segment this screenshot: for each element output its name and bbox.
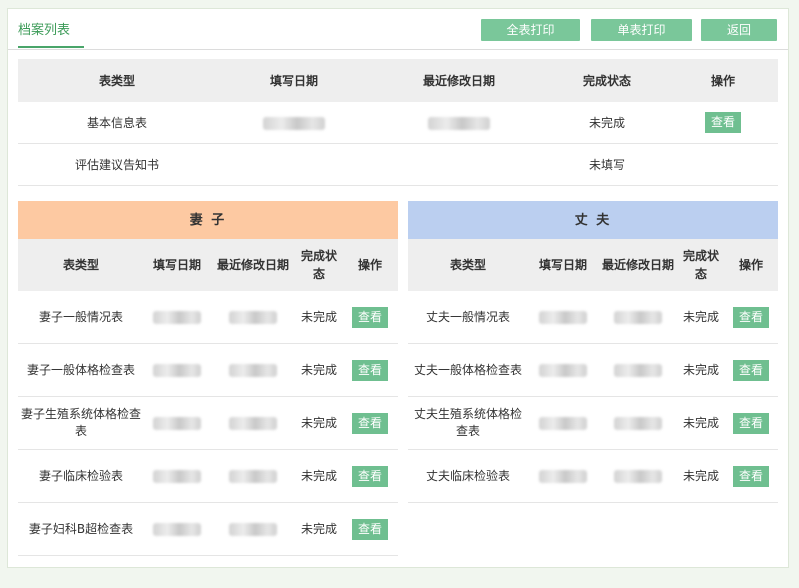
table-row: 妻子妇科B超检查表 未完成 查看	[18, 502, 399, 556]
view-button[interactable]: 查看	[352, 465, 389, 487]
column-header: 填写日期	[216, 59, 372, 102]
column-header: 操作	[724, 239, 779, 291]
main-table-header: 表类型 填写日期 最近修改日期 完成状态 操作	[18, 59, 778, 102]
husband-table: 丈 夫 表类型 填写日期 最近修改日期 完成状态 操作 丈夫一般情况表 未完成 …	[408, 201, 779, 503]
redacted-date	[539, 363, 587, 377]
archive-panel: 档案列表 全表打印 单表打印 返回 表类型 填写日期 最近修改日期 完成状态 操…	[7, 8, 789, 568]
form-type: 丈夫生殖系统体格检查表	[408, 396, 528, 450]
form-type: 妻子妇科B超检查表	[18, 502, 144, 556]
fill-date	[216, 102, 372, 144]
completion-status: 未完成	[296, 502, 342, 556]
redacted-date	[263, 116, 325, 130]
form-type: 基本信息表	[18, 102, 216, 144]
table-row: 妻子一般体格检查表 未完成 查看	[18, 343, 399, 397]
redacted-date	[153, 469, 201, 483]
redacted-date	[539, 310, 587, 324]
column-header: 表类型	[18, 239, 144, 291]
form-type: 评估建议告知书	[18, 143, 216, 186]
form-type: 妻子生殖系统体格检查表	[18, 396, 144, 450]
view-button[interactable]: 查看	[733, 359, 770, 381]
view-button[interactable]: 查看	[733, 412, 770, 434]
redacted-date	[428, 116, 490, 130]
completion-status: 未完成	[296, 396, 342, 450]
wife-table: 妻 子 表类型 填写日期 最近修改日期 完成状态 操作 妻子一般情况表 未完成 …	[18, 201, 399, 556]
wife-table-header: 表类型 填写日期 最近修改日期 完成状态 操作	[18, 239, 399, 291]
column-header: 最近修改日期	[598, 239, 678, 291]
completion-status: 未完成	[546, 102, 668, 144]
column-header: 操作	[668, 59, 778, 102]
redacted-date	[153, 416, 201, 430]
redacted-date	[229, 522, 277, 536]
column-header: 最近修改日期	[372, 59, 546, 102]
print-single-button[interactable]: 单表打印	[591, 19, 692, 41]
tab-archive-list[interactable]: 档案列表	[18, 21, 84, 48]
form-type: 丈夫一般情况表	[408, 291, 528, 344]
redacted-date	[153, 522, 201, 536]
back-button[interactable]: 返回	[701, 19, 777, 41]
table-row: 妻子生殖系统体格检查表 未完成 查看	[18, 396, 399, 450]
table-row: 妻子一般情况表 未完成 查看	[18, 291, 399, 344]
form-type: 丈夫临床检验表	[408, 449, 528, 503]
view-button[interactable]: 查看	[733, 465, 770, 487]
redacted-date	[614, 416, 662, 430]
view-button[interactable]: 查看	[352, 306, 389, 328]
redacted-date	[614, 363, 662, 377]
completion-status: 未完成	[296, 343, 342, 397]
column-header: 填写日期	[528, 239, 598, 291]
form-type: 妻子一般体格检查表	[18, 343, 144, 397]
redacted-date	[614, 310, 662, 324]
redacted-date	[539, 416, 587, 430]
wife-section-title: 妻 子	[18, 201, 399, 239]
column-header: 表类型	[408, 239, 528, 291]
table-row: 评估建议告知书 未填写	[18, 143, 778, 186]
redacted-date	[229, 363, 277, 377]
redacted-date	[539, 469, 587, 483]
form-type: 丈夫一般体格检查表	[408, 343, 528, 397]
main-table: 表类型 填写日期 最近修改日期 完成状态 操作 基本信息表 未完成 查看 评估建…	[18, 59, 778, 186]
table-row: 丈夫一般体格检查表 未完成 查看	[408, 343, 779, 397]
completion-status: 未完成	[678, 291, 724, 344]
modified-date	[372, 102, 546, 144]
table-row: 基本信息表 未完成 查看	[18, 102, 778, 144]
husband-section-title: 丈 夫	[408, 201, 779, 239]
redacted-date	[229, 310, 277, 324]
form-type: 妻子一般情况表	[18, 291, 144, 344]
column-header: 完成状态	[678, 239, 724, 291]
completion-status: 未完成	[678, 396, 724, 450]
column-header: 填写日期	[144, 239, 210, 291]
view-button[interactable]: 查看	[705, 112, 741, 133]
view-button[interactable]: 查看	[733, 306, 770, 328]
print-all-button[interactable]: 全表打印	[481, 19, 580, 41]
completion-status: 未完成	[296, 291, 342, 344]
table-row: 妻子临床检验表 未完成 查看	[18, 449, 399, 503]
view-button[interactable]: 查看	[352, 412, 389, 434]
view-button[interactable]: 查看	[352, 518, 389, 540]
redacted-date	[153, 310, 201, 324]
husband-table-header: 表类型 填写日期 最近修改日期 完成状态 操作	[408, 239, 779, 291]
redacted-date	[229, 416, 277, 430]
column-header: 操作	[342, 239, 399, 291]
completion-status: 未填写	[546, 143, 668, 186]
completion-status: 未完成	[296, 449, 342, 503]
table-row: 丈夫生殖系统体格检查表 未完成 查看	[408, 396, 779, 450]
redacted-date	[614, 469, 662, 483]
column-header: 完成状态	[296, 239, 342, 291]
column-header: 表类型	[18, 59, 216, 102]
redacted-date	[229, 469, 277, 483]
redacted-date	[153, 363, 201, 377]
table-row: 丈夫一般情况表 未完成 查看	[408, 291, 779, 344]
column-header: 最近修改日期	[210, 239, 296, 291]
view-button[interactable]: 查看	[352, 359, 389, 381]
table-row: 丈夫临床检验表 未完成 查看	[408, 449, 779, 503]
form-type: 妻子临床检验表	[18, 449, 144, 503]
tab-bar: 档案列表 全表打印 单表打印 返回	[8, 9, 788, 50]
column-header: 完成状态	[546, 59, 668, 102]
completion-status: 未完成	[678, 449, 724, 503]
completion-status: 未完成	[678, 343, 724, 397]
